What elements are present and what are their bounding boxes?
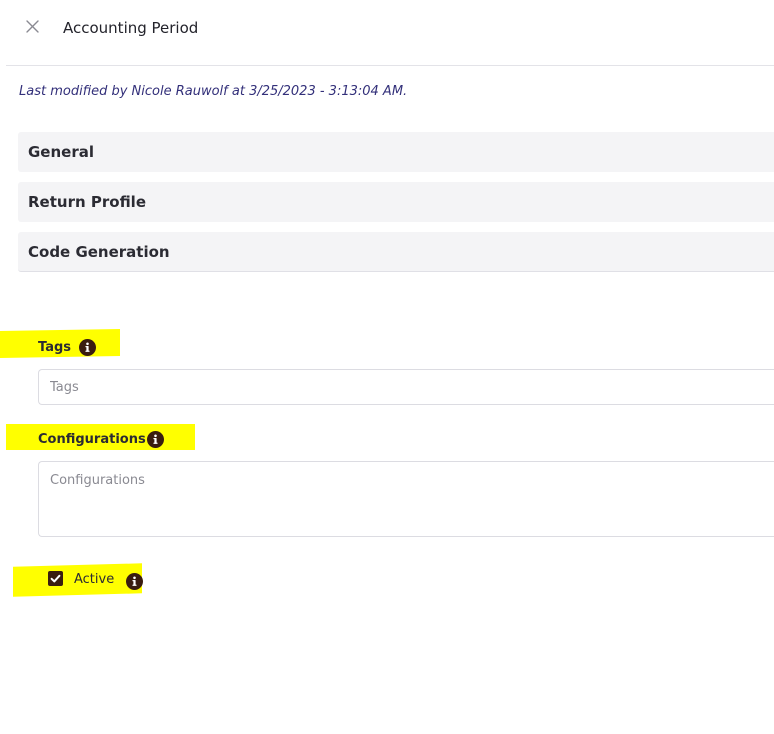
info-icon	[153, 434, 158, 444]
tags-info-icon[interactable]	[79, 339, 96, 356]
tags-input[interactable]	[38, 369, 774, 405]
tags-label: Tags	[38, 340, 72, 355]
info-icon	[132, 576, 137, 586]
close-icon	[26, 20, 39, 33]
configurations-label: Configurations	[38, 432, 146, 447]
section-label: Return Profile	[28, 193, 147, 211]
active-info-icon[interactable]	[126, 573, 143, 590]
last-modified-text: Last modified by Nicole Rauwolf at 3/25/…	[19, 84, 408, 99]
section-return-profile[interactable]: Return Profile	[18, 182, 774, 222]
active-checkbox[interactable]	[48, 571, 63, 586]
panel-header: Accounting Period	[6, 0, 774, 66]
active-label[interactable]: Active	[74, 572, 114, 587]
page-title: Accounting Period	[63, 19, 199, 37]
configurations-textarea[interactable]	[38, 461, 774, 537]
section-label: General	[28, 143, 94, 161]
info-icon	[85, 342, 90, 352]
section-general[interactable]: General	[18, 132, 774, 172]
accounting-period-panel: Accounting Period Last modified by Nicol…	[0, 0, 774, 734]
configurations-info-icon[interactable]	[147, 431, 164, 448]
section-code-generation[interactable]: Code Generation	[18, 232, 774, 272]
section-label: Code Generation	[28, 243, 170, 261]
checkmark-icon	[50, 574, 61, 583]
close-button[interactable]	[22, 16, 44, 38]
